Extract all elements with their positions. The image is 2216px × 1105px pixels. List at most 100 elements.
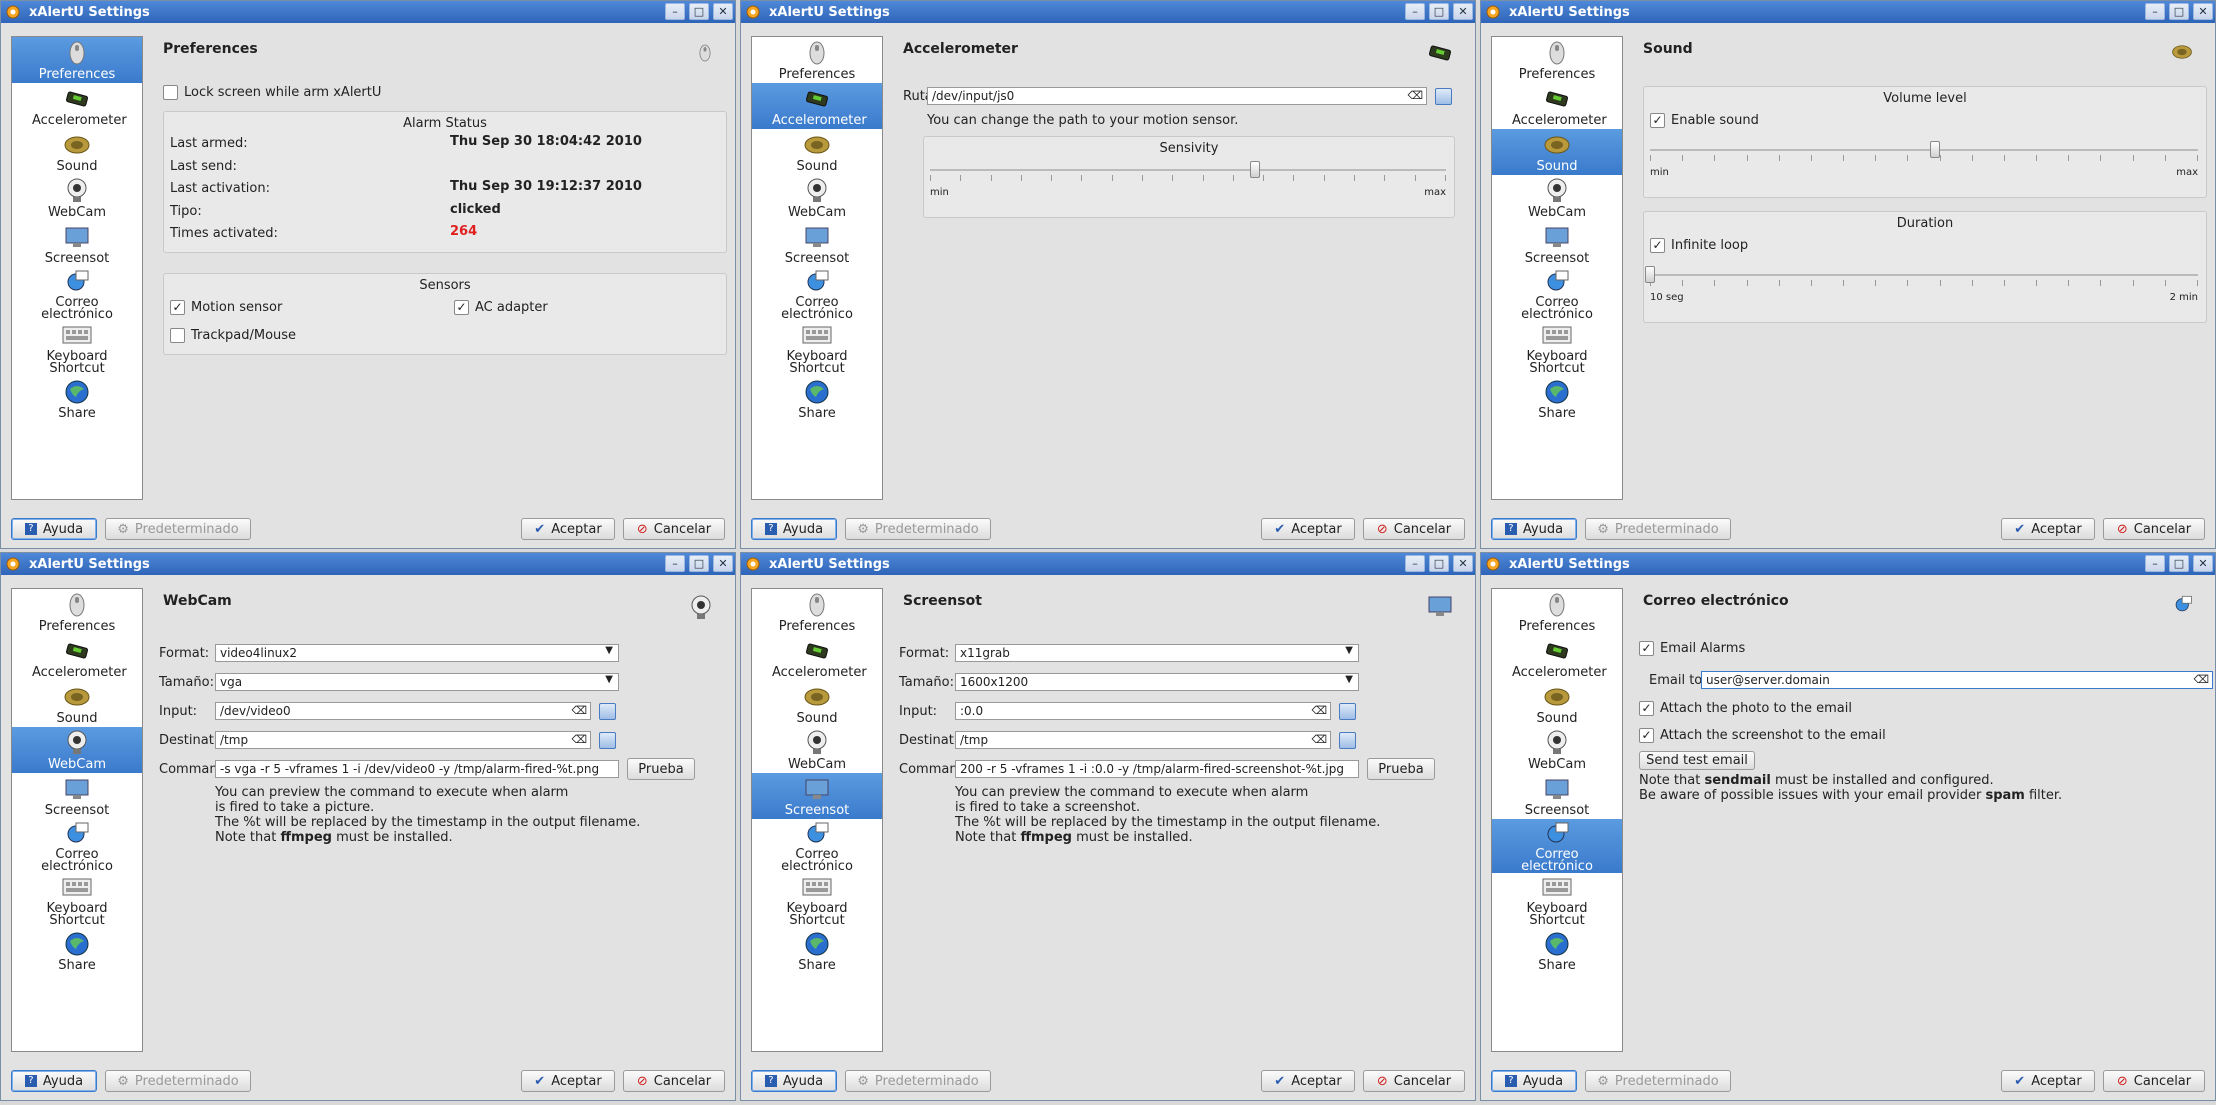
minimize-icon[interactable]: – (665, 555, 685, 572)
sidebar-item-accelerometer[interactable]: Accelerometer (752, 635, 882, 681)
accept-button[interactable]: ✔ Aceptar (1261, 518, 1355, 540)
help-button[interactable]: ? Ayuda (1491, 518, 1577, 540)
sidebar-item-keyboard-shortcut[interactable]: Keyboard Shortcut (752, 873, 882, 927)
format-select[interactable]: video4linux2 ▼ (215, 644, 619, 662)
sidebar-item-correo[interactable]: Correo electrónico (752, 267, 882, 321)
close-icon[interactable]: ✕ (1453, 3, 1473, 20)
sidebar-item-share[interactable]: Share (752, 375, 882, 423)
defaults-button[interactable]: ⚙ Predeterminado (105, 518, 251, 540)
maximize-icon[interactable]: □ (689, 3, 709, 20)
sidebar-item-screensot[interactable]: Screensot (752, 773, 882, 819)
accept-button[interactable]: ✔ Aceptar (2001, 518, 2095, 540)
clear-icon[interactable]: ⌫ (571, 733, 587, 746)
sidebar-item-share[interactable]: Share (1492, 927, 1622, 975)
sidebar-item-webcam[interactable]: WebCam (752, 727, 882, 773)
title-bar[interactable]: xAlertU Settings – □ ✕ (741, 553, 1475, 575)
sidebar-item-webcam[interactable]: WebCam (12, 175, 142, 221)
title-bar[interactable]: xAlertU Settings – □ ✕ (1481, 1, 2215, 23)
accept-button[interactable]: ✔ Aceptar (2001, 1070, 2095, 1092)
destination-field[interactable]: /tmp ⌫ (955, 731, 1331, 749)
sidebar-item-sound[interactable]: Sound (12, 129, 142, 175)
slider-handle[interactable] (1645, 266, 1655, 283)
sidebar-item-correo[interactable]: Correo electrónico (12, 267, 142, 321)
trackpad-checkbox[interactable]: Trackpad/Mouse (170, 328, 296, 343)
sidebar-item-screensot[interactable]: Screensot (1492, 773, 1622, 819)
help-button[interactable]: ? Ayuda (751, 1070, 837, 1092)
help-button[interactable]: ? Ayuda (1491, 1070, 1577, 1092)
sidebar-item-webcam[interactable]: WebCam (752, 175, 882, 221)
sidebar-item-preferences[interactable]: Preferences (12, 589, 142, 635)
sidebar-item-webcam[interactable]: WebCam (1492, 175, 1622, 221)
defaults-button[interactable]: ⚙ Predeterminado (1585, 1070, 1731, 1092)
maximize-icon[interactable]: □ (1429, 3, 1449, 20)
sidebar-item-keyboard-shortcut[interactable]: Keyboard Shortcut (12, 873, 142, 927)
infinite-loop-checkbox[interactable]: ✓ Infinite loop (1650, 238, 1748, 253)
sidebar-item-accelerometer[interactable]: Accelerometer (1492, 635, 1622, 681)
defaults-button[interactable]: ⚙ Predeterminado (845, 518, 991, 540)
minimize-icon[interactable]: – (2145, 555, 2165, 572)
sidebar-item-share[interactable]: Share (752, 927, 882, 975)
cancel-button[interactable]: ⊘ Cancelar (623, 1070, 725, 1092)
sidebar-item-correo[interactable]: Correo electrónico (12, 819, 142, 873)
slider-handle[interactable] (1250, 161, 1261, 178)
close-icon[interactable]: ✕ (2193, 3, 2213, 20)
send-test-email-button[interactable]: Send test email (1639, 751, 1755, 770)
cancel-button[interactable]: ⊘ Cancelar (1363, 518, 1465, 540)
sidebar-item-preferences[interactable]: Preferences (1492, 589, 1622, 635)
title-bar[interactable]: xAlertU Settings – □ ✕ (1481, 553, 2215, 575)
sidebar-item-correo[interactable]: Correo electrónico (1492, 819, 1622, 873)
sidebar-item-keyboard-shortcut[interactable]: Keyboard Shortcut (1492, 321, 1622, 375)
sidebar-item-screensot[interactable]: Screensot (1492, 221, 1622, 267)
enable-sound-checkbox[interactable]: ✓ Enable sound (1650, 113, 1759, 128)
close-icon[interactable]: ✕ (713, 555, 733, 572)
sidebar-item-screensot[interactable]: Screensot (12, 221, 142, 267)
accept-button[interactable]: ✔ Aceptar (521, 1070, 615, 1092)
minimize-icon[interactable]: – (2145, 3, 2165, 20)
ruta-input[interactable]: /dev/input/js0 ⌫ (927, 87, 1427, 105)
sidebar-item-screensot[interactable]: Screensot (752, 221, 882, 267)
clear-icon[interactable]: ⌫ (1311, 733, 1327, 746)
maximize-icon[interactable]: □ (2169, 555, 2189, 572)
maximize-icon[interactable]: □ (2169, 3, 2189, 20)
sidebar-item-preferences[interactable]: Preferences (12, 37, 142, 83)
sidebar-item-sound[interactable]: Sound (752, 681, 882, 727)
save-icon[interactable] (599, 703, 616, 720)
sidebar-item-share[interactable]: Share (12, 927, 142, 975)
format-select[interactable]: x11grab ▼ (955, 644, 1359, 662)
defaults-button[interactable]: ⚙ Predeterminado (845, 1070, 991, 1092)
title-bar[interactable]: xAlertU Settings – □ ✕ (1, 1, 735, 23)
cancel-button[interactable]: ⊘ Cancelar (1363, 1070, 1465, 1092)
sidebar-item-preferences[interactable]: Preferences (1492, 37, 1622, 83)
sidebar-item-webcam[interactable]: WebCam (12, 727, 142, 773)
close-icon[interactable]: ✕ (713, 3, 733, 20)
sidebar-item-sound[interactable]: Sound (12, 681, 142, 727)
destination-field[interactable]: /tmp ⌫ (215, 731, 591, 749)
maximize-icon[interactable]: □ (1429, 555, 1449, 572)
sidebar-item-accelerometer[interactable]: Accelerometer (1492, 83, 1622, 129)
save-icon[interactable] (1339, 732, 1356, 749)
help-button[interactable]: ? Ayuda (11, 1070, 97, 1092)
defaults-button[interactable]: ⚙ Predeterminado (105, 1070, 251, 1092)
size-select[interactable]: vga ▼ (215, 673, 619, 691)
sidebar-item-accelerometer[interactable]: Accelerometer (12, 83, 142, 129)
sidebar-item-sound[interactable]: Sound (1492, 129, 1622, 175)
test-button[interactable]: Prueba (1367, 758, 1435, 780)
clear-icon[interactable]: ⌫ (1407, 89, 1423, 102)
cancel-button[interactable]: ⊘ Cancelar (2103, 1070, 2205, 1092)
sidebar-item-keyboard-shortcut[interactable]: Keyboard Shortcut (1492, 873, 1622, 927)
help-button[interactable]: ? Ayuda (11, 518, 97, 540)
title-bar[interactable]: xAlertU Settings – □ ✕ (741, 1, 1475, 23)
email-to-input[interactable]: user@server.domain ⌫ (1701, 671, 2213, 689)
sidebar-item-screensot[interactable]: Screensot (12, 773, 142, 819)
sidebar-item-accelerometer[interactable]: Accelerometer (12, 635, 142, 681)
sidebar-item-sound[interactable]: Sound (1492, 681, 1622, 727)
help-button[interactable]: ? Ayuda (751, 518, 837, 540)
save-icon[interactable] (1435, 88, 1452, 105)
cancel-button[interactable]: ⊘ Cancelar (623, 518, 725, 540)
command-field[interactable]: 200 -r 5 -vframes 1 -i :0.0 -y /tmp/alar… (955, 760, 1359, 778)
accept-button[interactable]: ✔ Aceptar (521, 518, 615, 540)
clear-icon[interactable]: ⌫ (2193, 673, 2209, 686)
input-field[interactable]: :0.0 ⌫ (955, 702, 1331, 720)
clear-icon[interactable]: ⌫ (1311, 704, 1327, 717)
volume-slider[interactable]: min max (1650, 139, 2198, 179)
